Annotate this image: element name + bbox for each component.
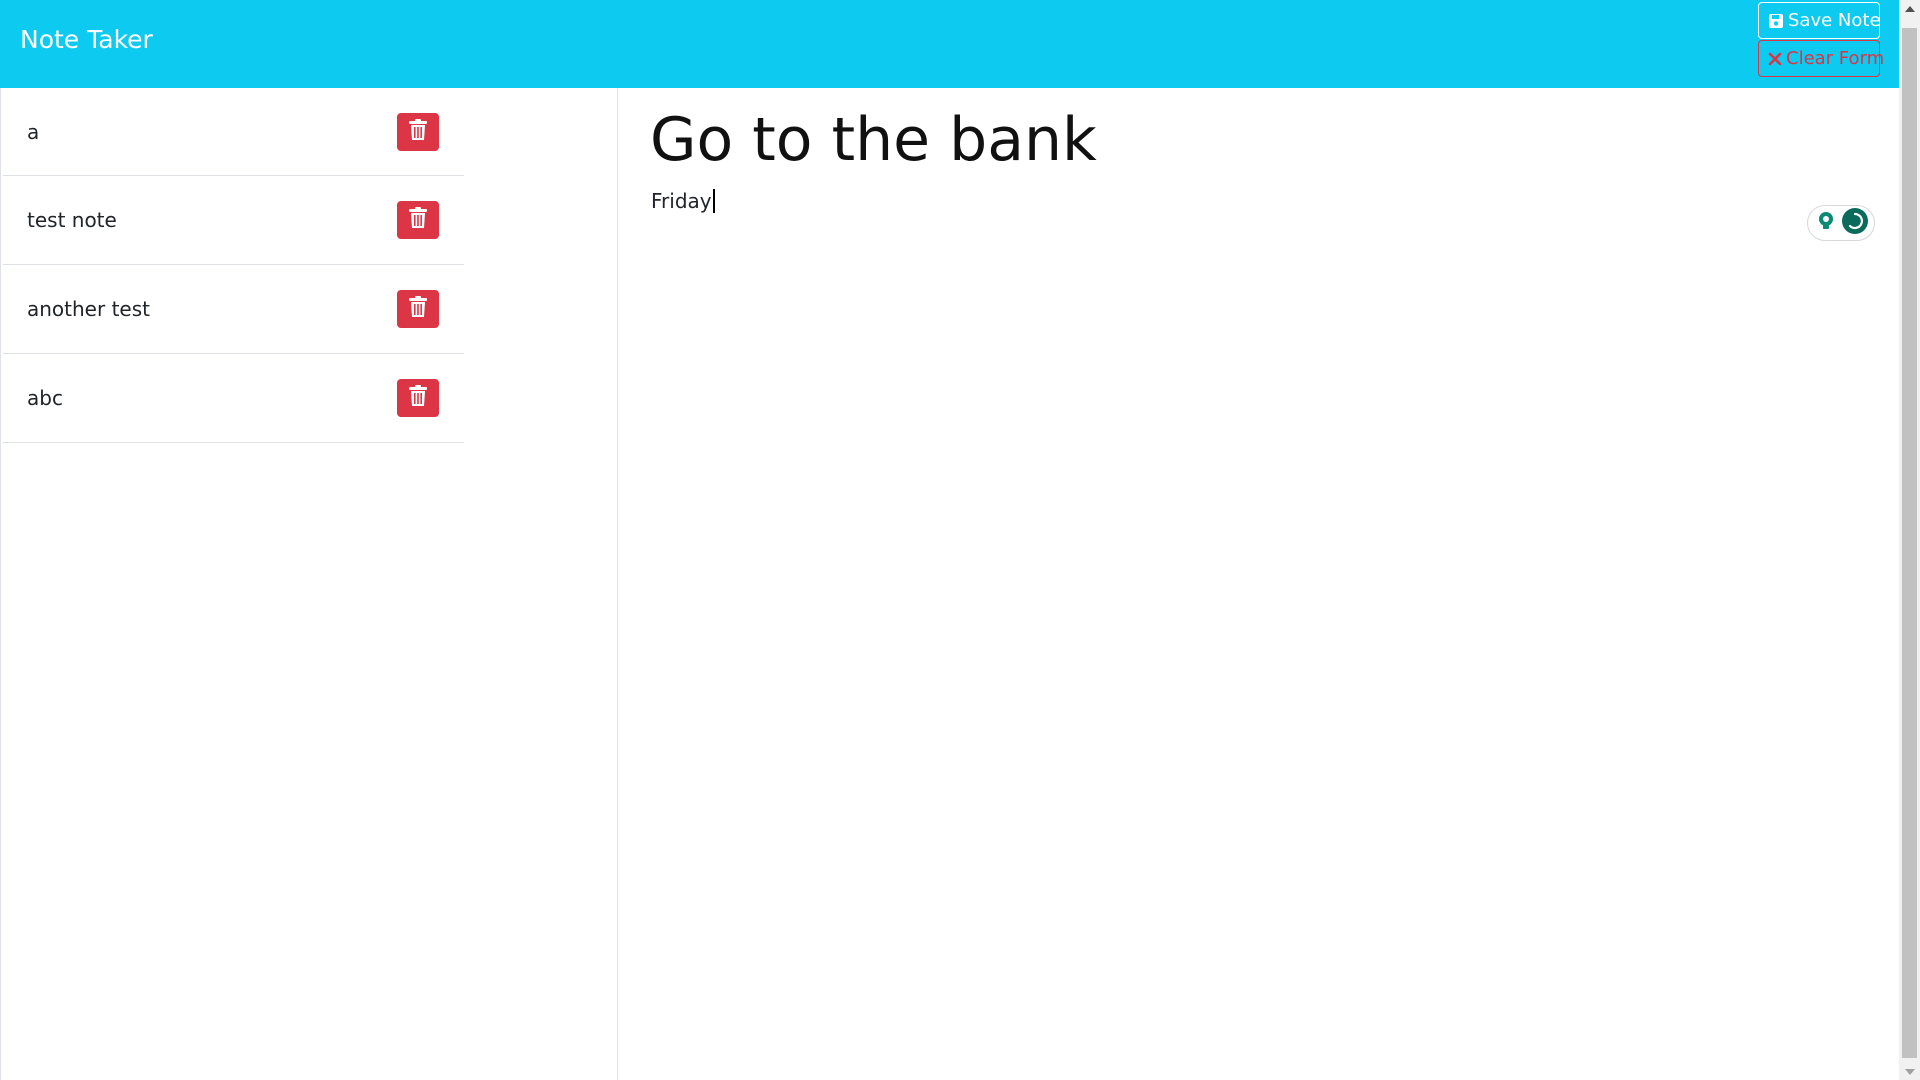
note-title: abc (27, 386, 63, 410)
save-note-label: Save Note (1788, 10, 1881, 31)
lightbulb-icon[interactable] (1815, 210, 1837, 236)
note-text-area[interactable]: Friday (651, 188, 715, 214)
refresh-icon[interactable] (1841, 208, 1868, 238)
list-item[interactable]: a (3, 88, 464, 176)
note-editor: Go to the bank Friday (619, 88, 1899, 1080)
list-item[interactable]: another test (3, 265, 464, 354)
extension-widget[interactable] (1807, 205, 1875, 241)
vertical-scrollbar[interactable] (1899, 0, 1920, 1080)
scroll-up-arrow-icon[interactable] (1899, 0, 1920, 17)
delete-note-button[interactable] (397, 201, 439, 239)
x-icon (1768, 52, 1782, 66)
trash-icon (409, 385, 427, 411)
notes-list: a test note another test abc (3, 88, 464, 443)
notes-sidebar: a test note another test abc (0, 88, 618, 1080)
trash-icon (409, 118, 427, 145)
note-title: another test (27, 297, 150, 321)
clear-form-label: Clear Form (1786, 48, 1885, 69)
list-item[interactable]: abc (3, 354, 464, 443)
delete-note-button[interactable] (397, 379, 439, 417)
note-title-input[interactable]: Go to the bank (650, 104, 1097, 176)
trash-icon (409, 296, 427, 322)
delete-note-button[interactable] (397, 290, 439, 328)
trash-icon (409, 207, 427, 233)
app-brand[interactable]: Note Taker (20, 24, 153, 56)
note-title: a (27, 119, 40, 144)
floppy-disk-icon (1768, 13, 1784, 29)
page: Note Taker Save Note Clear Form a test n… (0, 0, 1920, 1080)
note-title: test note (27, 208, 117, 232)
clear-form-button[interactable]: Clear Form (1758, 40, 1884, 77)
note-text-value: Friday (651, 189, 712, 213)
scroll-down-arrow-icon[interactable] (1899, 1063, 1920, 1080)
list-item[interactable]: test note (3, 176, 464, 265)
navbar: Note Taker Save Note Clear Form (0, 0, 1899, 88)
delete-note-button[interactable] (397, 112, 439, 151)
text-caret (712, 189, 715, 213)
save-note-button[interactable]: Save Note (1758, 2, 1881, 39)
scroll-thumb[interactable] (1902, 28, 1917, 1058)
